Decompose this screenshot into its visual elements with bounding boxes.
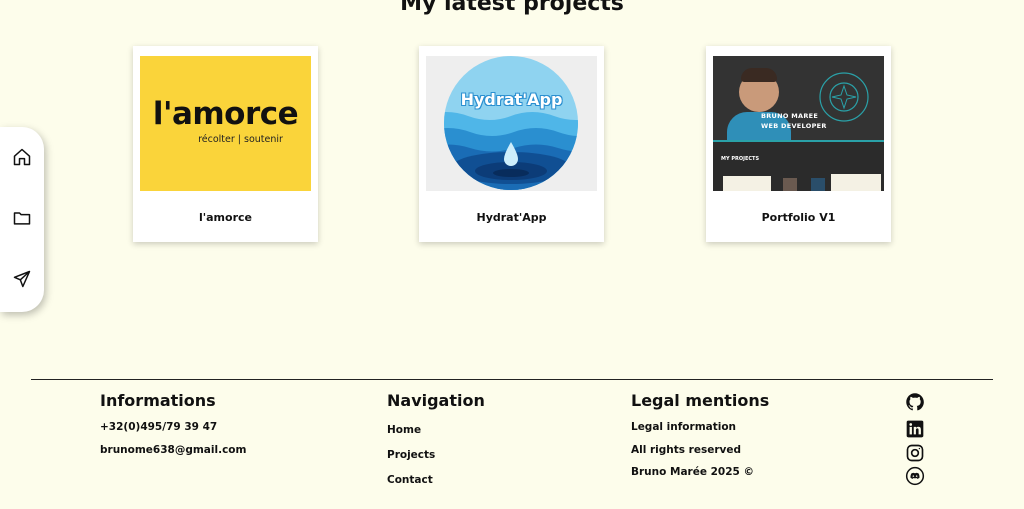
project-card-portfolio[interactable]: BRUNO MAREE WEB DEVELOPER MY PROJECTS Po… [706, 46, 891, 242]
github-icon [906, 393, 924, 411]
discord-link[interactable] [904, 465, 926, 487]
footer-divider [31, 379, 993, 380]
footer-email[interactable]: brunome638@gmail.com [100, 444, 246, 456]
footer-legal-heading: Legal mentions [631, 391, 770, 410]
footer-phone[interactable]: +32(0)495/79 39 47 [100, 421, 217, 433]
hydratapp-logo-icon [444, 56, 578, 190]
footer-rights-reserved: All rights reserved [631, 444, 742, 456]
portfolio-graphic-icon [819, 72, 869, 122]
amorce-logo-text: l'amorce [152, 96, 299, 132]
portfolio-hero-name: BRUNO MAREE [761, 112, 819, 120]
folder-icon [13, 212, 31, 225]
amorce-logo-tagline: récolter | soutenir [198, 134, 283, 145]
footer-link-home[interactable]: Home [387, 424, 421, 436]
side-nav [0, 127, 44, 312]
project-thumbnail-amorce: l'amorce récolter | soutenir [140, 56, 311, 191]
project-card-amorce[interactable]: l'amorce récolter | soutenir l'amorce [133, 46, 318, 242]
footer-informations-heading: Informations [100, 391, 216, 410]
home-icon [13, 148, 31, 166]
portfolio-projects-label: MY PROJECTS [721, 156, 760, 162]
hydratapp-logo-text: Hydrat'App [460, 90, 563, 109]
project-card-hydratapp[interactable]: Hydrat'App Hydrat'App [419, 46, 604, 242]
portfolio-hero-role: WEB DEVELOPER [761, 122, 827, 130]
project-thumbnail-hydratapp: Hydrat'App [426, 56, 597, 191]
section-title: My latest projects [400, 0, 624, 16]
send-icon [13, 270, 31, 288]
portfolio-hero: BRUNO MAREE WEB DEVELOPER [713, 56, 884, 140]
project-title: l'amorce [199, 211, 252, 224]
footer-link-projects[interactable]: Projects [387, 449, 435, 461]
linkedin-icon [906, 420, 924, 438]
discord-icon [905, 466, 925, 486]
project-thumbnail-portfolio: BRUNO MAREE WEB DEVELOPER MY PROJECTS [713, 56, 884, 191]
footer-navigation-heading: Navigation [387, 391, 485, 410]
instagram-icon [906, 444, 924, 462]
project-title: Portfolio V1 [761, 211, 836, 224]
instagram-link[interactable] [904, 442, 926, 464]
footer-legal-information[interactable]: Legal information [631, 421, 736, 433]
linkedin-link[interactable] [904, 418, 926, 440]
nav-home-button[interactable] [10, 145, 34, 169]
footer-link-contact[interactable]: Contact [387, 474, 433, 486]
nav-projects-button[interactable] [10, 206, 34, 230]
nav-contact-button[interactable] [10, 267, 34, 291]
project-title: Hydrat'App [476, 211, 547, 224]
github-link[interactable] [904, 391, 926, 413]
footer-copyright: Bruno Marée 2025 © [631, 466, 754, 478]
